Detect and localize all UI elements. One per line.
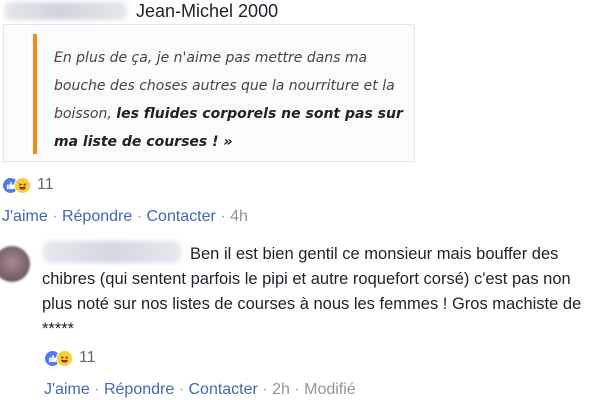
separator: · (220, 208, 226, 225)
timestamp[interactable]: 4h (230, 208, 248, 225)
separator: · (262, 381, 268, 398)
comment-author[interactable]: Jean-Michel 2000 (136, 0, 278, 22)
comment-actions: J'aime · Répondre · Contacter · 2h · Mod… (44, 380, 356, 400)
separator: · (294, 381, 300, 398)
separator: · (178, 381, 185, 398)
quote-accent-bar (33, 34, 37, 154)
contact-link[interactable]: Contacter (188, 381, 257, 398)
reaction-count: 11 (37, 176, 54, 193)
reactions-summary[interactable]: 11 (44, 349, 96, 367)
separator: · (52, 208, 58, 225)
haha-icon (14, 176, 31, 194)
contact-link[interactable]: Contacter (146, 208, 215, 225)
blurred-author-name (4, 2, 128, 20)
reactions-summary[interactable]: 11 (2, 176, 54, 194)
edited-label[interactable]: Modifié (304, 381, 356, 398)
comment-text: Ben il est bien gentil ce monsieur mais … (42, 242, 602, 342)
timestamp[interactable]: 2h (272, 381, 290, 398)
separator: · (136, 208, 143, 225)
like-link[interactable]: J'aime (44, 381, 90, 398)
quote-text: En plus de ça, je n'aime pas mettre dans… (54, 44, 404, 156)
comment-body: Ben il est bien gentil ce monsieur mais … (42, 245, 582, 338)
haha-icon (56, 349, 73, 367)
comment-actions: J'aime · Répondre · Contacter · 4h (2, 207, 248, 227)
avatar[interactable] (0, 246, 30, 282)
reaction-count: 11 (79, 349, 96, 366)
like-link[interactable]: J'aime (2, 208, 48, 225)
reply-link[interactable]: Répondre (104, 381, 174, 398)
separator: · (94, 381, 100, 398)
reply-link[interactable]: Répondre (62, 208, 132, 225)
